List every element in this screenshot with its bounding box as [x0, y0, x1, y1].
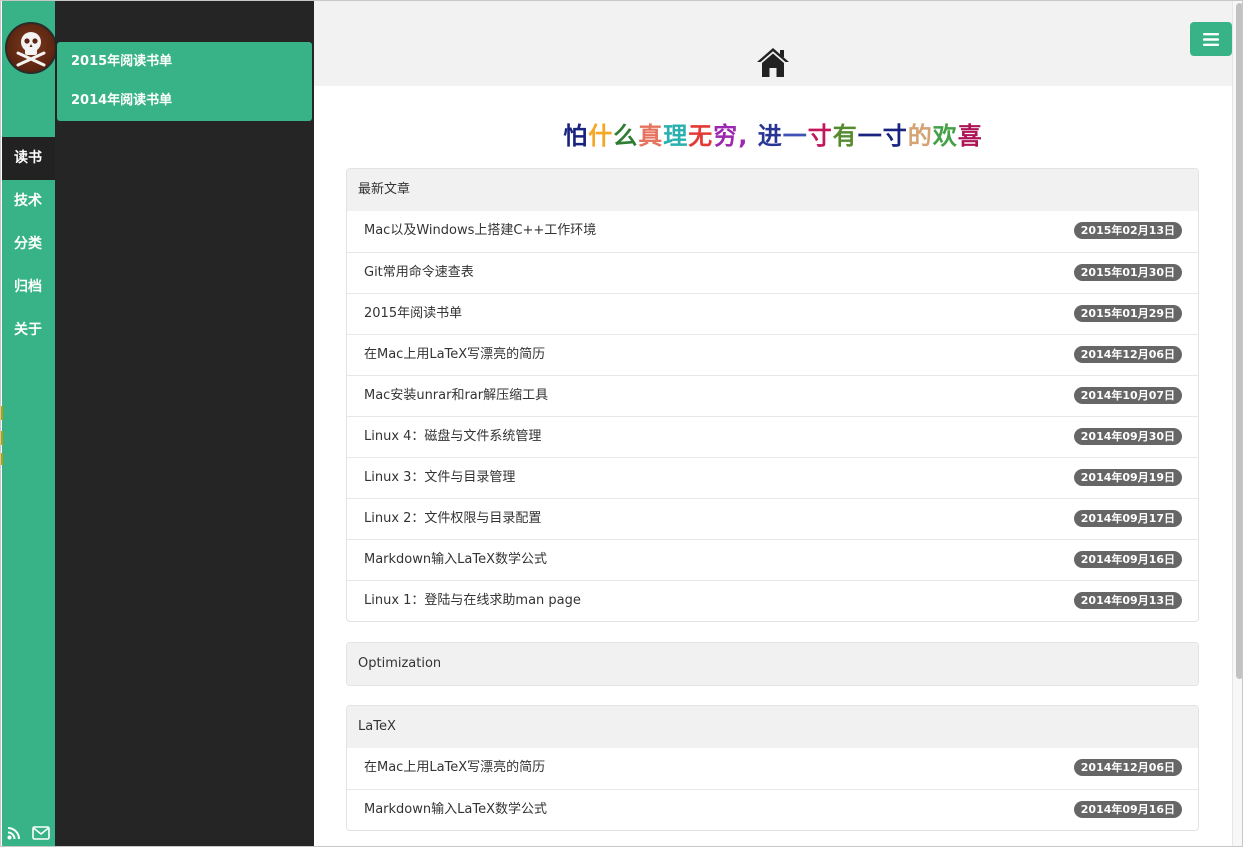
submenu-item-2015[interactable]: 2015年阅读书单: [57, 42, 312, 81]
slogan-char: 的: [907, 122, 933, 150]
nav-item[interactable]: 关于: [2, 309, 55, 352]
slogan-char: ,: [738, 122, 749, 150]
slogan-char: [748, 122, 757, 150]
nav-item[interactable]: 归档: [2, 266, 55, 309]
home-icon[interactable]: [755, 46, 791, 79]
nav-item[interactable]: 读书: [2, 137, 55, 180]
main-content: 怕什么真理无穷, 进一寸有一寸的欢喜 最新文章 Mac以及Windows上搭建C…: [314, 1, 1232, 846]
submenu-panel: 2015年阅读书单 2014年阅读书单: [55, 1, 314, 846]
date-badge: 2015年01月30日: [1073, 264, 1182, 281]
panel-heading: 最新文章: [347, 169, 1198, 211]
slogan-char: 一: [857, 122, 883, 150]
date-badge: 2015年01月29日: [1073, 305, 1182, 322]
slogan-char: 真: [638, 122, 664, 150]
post-title[interactable]: Linux 1：登陆与在线求助man page: [364, 593, 581, 608]
date-badge: 2014年09月16日: [1073, 801, 1182, 818]
menu-toggle-button[interactable]: [1190, 22, 1232, 56]
slogan-char: 一: [782, 122, 808, 150]
post-title[interactable]: Markdown输入LaTeX数学公式: [364, 552, 547, 567]
slogan: 怕什么真理无穷, 进一寸有一寸的欢喜: [314, 116, 1232, 151]
scrollbar[interactable]: [1232, 1, 1242, 846]
date-badge: 2014年10月07日: [1073, 387, 1182, 404]
post-row[interactable]: 在Mac上用LaTeX写漂亮的简历 2014年12月06日: [347, 748, 1198, 789]
latex-panel: LaTeX 在Mac上用LaTeX写漂亮的简历 2014年12月06日 Markdo…: [346, 705, 1199, 831]
date-badge: 2014年09月16日: [1073, 551, 1182, 568]
post-title[interactable]: Markdown输入LaTeX数学公式: [364, 802, 547, 817]
slogan-char: 怕: [563, 122, 589, 150]
post-row[interactable]: Git常用命令速查表 2015年01月30日: [347, 252, 1198, 293]
optimization-panel: Optimization: [346, 642, 1199, 686]
date-badge: 2014年09月17日: [1073, 510, 1182, 527]
rss-icon[interactable]: [7, 826, 21, 840]
latest-posts-panel: 最新文章 Mac以及Windows上搭建C++工作环境 2015年02月13日 Gi…: [346, 168, 1199, 622]
slogan-char: 什: [588, 122, 614, 150]
slogan-char: 寸: [807, 122, 833, 150]
browser-frame: 读书 技术 分类 归档 关于 2015年阅读书单 2014年阅读书单 怕什么真理…: [0, 0, 1243, 847]
avatar[interactable]: [5, 22, 57, 74]
post-title[interactable]: Mac以及Windows上搭建C++工作环境: [364, 223, 596, 238]
slogan-char: 穷: [713, 122, 739, 150]
post-title[interactable]: Linux 2：文件权限与目录配置: [364, 511, 541, 526]
slogan-char: 进: [757, 122, 783, 150]
slogan-char: 无: [688, 122, 714, 150]
post-row[interactable]: Markdown输入LaTeX数学公式 2014年09月16日: [347, 789, 1198, 830]
panel-heading[interactable]: LaTeX: [347, 706, 1198, 748]
post-title[interactable]: Mac安装unrar和rar解压缩工具: [364, 388, 548, 403]
main-nav: 读书 技术 分类 归档 关于: [2, 1, 57, 846]
post-row[interactable]: Linux 4：磁盘与文件系统管理 2014年09月30日: [347, 416, 1198, 457]
edge-mark: [1, 406, 3, 420]
slogan-char: 寸: [882, 122, 908, 150]
skull-icon: [16, 32, 46, 67]
date-badge: 2014年12月06日: [1073, 346, 1182, 363]
hamburger-icon: [1203, 32, 1219, 46]
post-row[interactable]: Linux 2：文件权限与目录配置 2014年09月17日: [347, 498, 1198, 539]
post-title[interactable]: 在Mac上用LaTeX写漂亮的简历: [364, 347, 545, 362]
date-badge: 2014年09月19日: [1073, 469, 1182, 486]
edge-mark: [1, 453, 3, 465]
scroll-thumb[interactable]: [1236, 3, 1242, 679]
post-row[interactable]: 在Mac上用LaTeX写漂亮的简历 2014年12月06日: [347, 334, 1198, 375]
edge-mark: [1, 431, 3, 445]
post-row[interactable]: 2015年阅读书单 2015年01月29日: [347, 293, 1198, 334]
nav-footer: [2, 818, 55, 846]
post-row[interactable]: Markdown输入LaTeX数学公式 2014年09月16日: [347, 539, 1198, 580]
date-badge: 2014年09月30日: [1073, 428, 1182, 445]
post-title[interactable]: 在Mac上用LaTeX写漂亮的简历: [364, 760, 545, 775]
reading-submenu: 2015年阅读书单 2014年阅读书单: [57, 42, 312, 121]
slogan-char: 理: [663, 122, 689, 150]
mail-icon[interactable]: [31, 826, 50, 840]
slogan-char: 喜: [957, 122, 983, 150]
submenu-item-2014[interactable]: 2014年阅读书单: [57, 81, 312, 120]
post-title[interactable]: Git常用命令速查表: [364, 265, 474, 280]
date-badge: 2014年12月06日: [1073, 759, 1182, 776]
slogan-char: 么: [613, 122, 639, 150]
post-row[interactable]: Linux 3：文件与目录管理 2014年09月19日: [347, 457, 1198, 498]
post-row[interactable]: Mac安装unrar和rar解压缩工具 2014年10月07日: [347, 375, 1198, 416]
page-header: [314, 1, 1232, 86]
post-row[interactable]: Linux 1：登陆与在线求助man page 2014年09月13日: [347, 580, 1198, 621]
slogan-char: 有: [832, 122, 858, 150]
post-title[interactable]: Linux 3：文件与目录管理: [364, 470, 515, 485]
date-badge: 2015年02月13日: [1073, 222, 1182, 239]
post-row[interactable]: Mac以及Windows上搭建C++工作环境 2015年02月13日: [347, 211, 1198, 252]
post-title[interactable]: 2015年阅读书单: [364, 306, 462, 321]
panel-heading[interactable]: Optimization: [347, 643, 1198, 685]
post-title[interactable]: Linux 4：磁盘与文件系统管理: [364, 429, 541, 444]
slogan-char: 欢: [932, 122, 958, 150]
date-badge: 2014年09月13日: [1073, 592, 1182, 609]
nav-item[interactable]: 分类: [2, 223, 55, 266]
nav-item[interactable]: 技术: [2, 180, 55, 223]
